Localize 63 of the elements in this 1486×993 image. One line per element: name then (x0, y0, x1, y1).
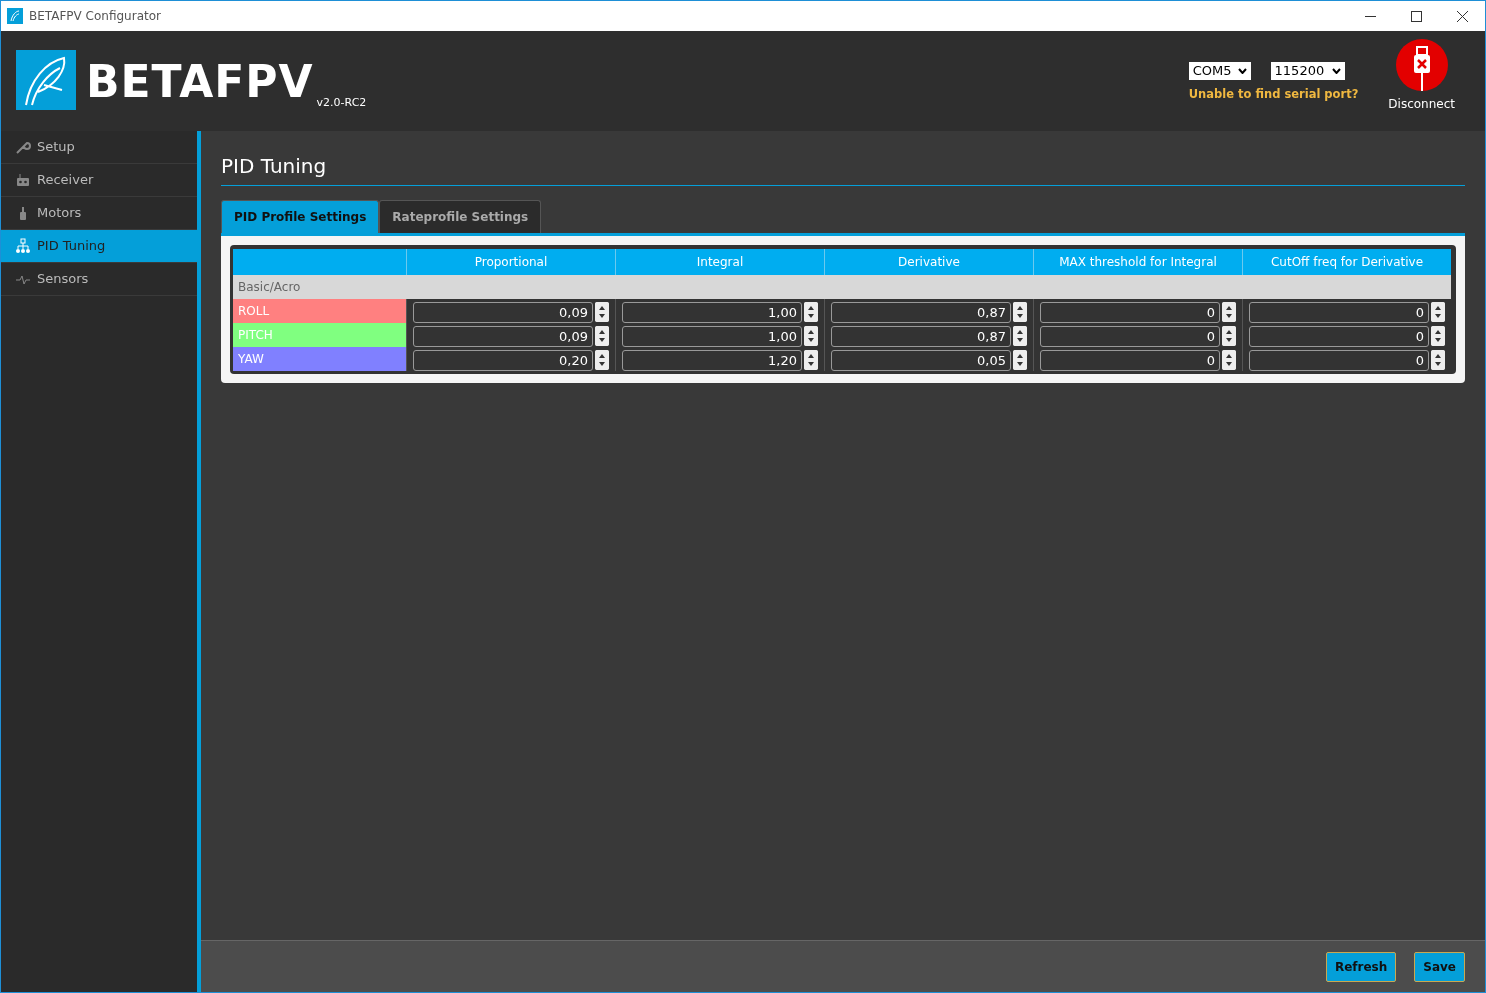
tab[interactable]: Rateprofile Settings (379, 200, 542, 233)
column-header: MAX threshold for Integral (1033, 249, 1242, 275)
logo-text: BETAFPV (86, 60, 314, 104)
spinner-arrows-icon[interactable] (1431, 302, 1445, 322)
remote-control-icon (15, 172, 31, 188)
number-input[interactable]: 0 (1040, 349, 1220, 371)
sidebar-item[interactable]: Sensors (1, 263, 197, 296)
spinner-arrows-icon[interactable] (804, 302, 818, 322)
number-input[interactable]: 0 (1249, 325, 1429, 347)
disconnect-label: Disconnect (1388, 96, 1455, 113)
baud-rate-dropdown[interactable]: 115200 (1270, 62, 1345, 80)
hierarchy-icon (15, 238, 31, 254)
app-icon (7, 8, 23, 24)
spinner-arrows-icon[interactable] (1222, 350, 1236, 370)
spinner-arrows-icon[interactable] (804, 350, 818, 370)
wrench-icon (15, 139, 31, 155)
number-input[interactable]: 1,20 (622, 349, 802, 371)
section-label: Basic/Acro (233, 275, 1451, 299)
number-input[interactable]: 0,20 (413, 349, 593, 371)
spinner-arrows-icon[interactable] (1222, 302, 1236, 322)
spinner-arrows-icon[interactable] (1222, 326, 1236, 346)
number-input[interactable]: 0,05 (831, 349, 1011, 371)
version-label: v2.0-RC2 (316, 94, 367, 111)
caret-icon (1331, 68, 1341, 74)
axis-label: ROLL (233, 299, 406, 323)
spinner-arrows-icon[interactable] (804, 326, 818, 346)
footer-button[interactable]: Refresh (1325, 951, 1397, 982)
spinner-arrows-icon[interactable] (1013, 326, 1027, 346)
spinner-arrows-icon[interactable] (1431, 350, 1445, 370)
page-title: PID Tuning (221, 151, 1465, 186)
footer-button[interactable]: Save (1414, 951, 1465, 982)
spinner-arrows-icon[interactable] (1013, 350, 1027, 370)
port-dropdown[interactable]: COM5 (1188, 62, 1251, 80)
number-input[interactable]: 0,09 (413, 301, 593, 323)
spinner-arrows-icon[interactable] (1431, 326, 1445, 346)
serial-port-help-link[interactable]: Unable to find serial port? (1188, 86, 1359, 104)
spinner-arrows-icon[interactable] (595, 350, 609, 370)
sidebar-item[interactable]: Setup (1, 131, 197, 164)
spinner-arrows-icon[interactable] (595, 302, 609, 322)
number-input[interactable]: 0,87 (831, 325, 1011, 347)
column-header: Integral (615, 249, 824, 275)
column-header: Derivative (824, 249, 1033, 275)
number-input[interactable]: 0 (1040, 325, 1220, 347)
window-title: BETAFPV Configurator (29, 8, 161, 25)
column-header: CutOff freq for Derivative (1242, 249, 1451, 275)
spinner-arrows-icon[interactable] (595, 326, 609, 346)
spinner-arrows-icon[interactable] (1013, 302, 1027, 322)
caret-icon (1237, 68, 1247, 74)
number-input[interactable]: 1,00 (622, 301, 802, 323)
number-input[interactable]: 1,00 (622, 325, 802, 347)
column-header: Proportional (406, 249, 615, 275)
number-input[interactable]: 0 (1249, 349, 1429, 371)
sidebar-item[interactable]: PID Tuning (1, 230, 197, 263)
axis-label: YAW (233, 347, 406, 371)
tab[interactable]: PID Profile Settings (221, 200, 380, 233)
axis-label: PITCH (233, 323, 406, 347)
number-input[interactable]: 0 (1249, 301, 1429, 323)
usb-plug-icon[interactable] (1395, 39, 1448, 91)
feather-logo-icon (16, 50, 76, 110)
number-input[interactable]: 0,09 (413, 325, 593, 347)
number-input[interactable]: 0,87 (831, 301, 1011, 323)
sidebar-item[interactable]: Receiver (1, 164, 197, 197)
number-input[interactable]: 0 (1040, 301, 1220, 323)
